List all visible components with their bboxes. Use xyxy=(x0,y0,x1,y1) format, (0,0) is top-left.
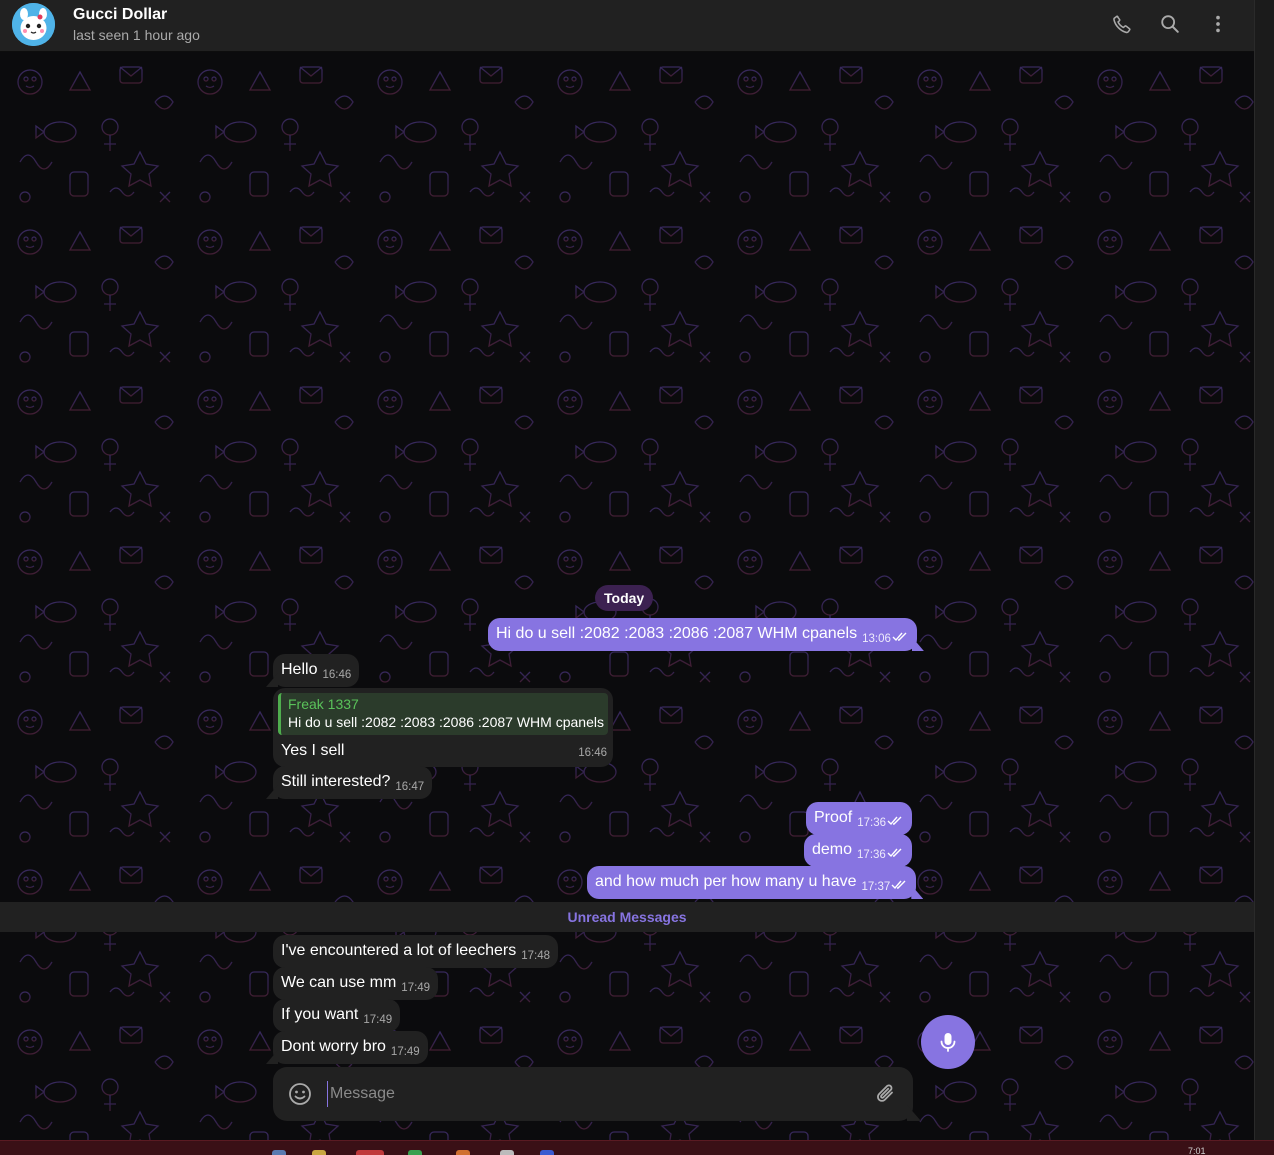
message-in[interactable]: If you want 17:49 xyxy=(273,999,401,1032)
message-time: 16:46 xyxy=(578,747,607,759)
os-taskbar: 7:01 xyxy=(0,1140,1274,1155)
message-text: demo xyxy=(812,841,853,858)
double-check-icon xyxy=(891,880,906,890)
double-check-icon xyxy=(887,848,902,858)
message-time: 17:49 xyxy=(401,982,431,994)
message-input[interactable] xyxy=(327,1081,847,1107)
taskbar-app-icon[interactable] xyxy=(408,1150,422,1155)
message-composer xyxy=(273,1067,913,1121)
peer-info[interactable]: Gucci Dollar last seen 1 hour ago xyxy=(73,5,200,44)
message-in[interactable]: I've encountered a lot of leechers 17:48 xyxy=(273,935,558,968)
message-time: 17:49 xyxy=(390,1046,420,1058)
emoji-icon[interactable] xyxy=(287,1081,313,1107)
message-out[interactable]: and how much per how many u have 17:37 xyxy=(587,866,917,899)
paperclip-icon[interactable] xyxy=(873,1081,899,1107)
unread-messages-divider: Unread Messages xyxy=(0,902,1254,932)
taskbar-app-icon[interactable] xyxy=(312,1150,326,1155)
taskbar-app-icon[interactable] xyxy=(272,1150,286,1155)
peer-name: Gucci Dollar xyxy=(73,6,168,23)
voice-message-button[interactable] xyxy=(921,1015,975,1069)
double-check-icon xyxy=(892,632,907,642)
double-check-icon xyxy=(887,816,902,826)
message-out[interactable]: Proof 17:36 xyxy=(806,802,913,835)
message-text: and how much per how many u have xyxy=(595,873,857,890)
message-text: Still interested? xyxy=(281,773,391,790)
message-time: 17:36 xyxy=(857,817,887,829)
message-text: We can use mm xyxy=(281,974,397,991)
message-time: 17:37 xyxy=(861,881,891,893)
taskbar-app-icon[interactable] xyxy=(456,1150,470,1155)
message-time: 16:47 xyxy=(395,781,425,793)
avatar-image xyxy=(12,3,55,46)
message-time: 17:36 xyxy=(857,849,886,861)
date-separator: Today xyxy=(595,585,654,611)
peer-status: last seen 1 hour ago xyxy=(73,27,200,43)
message-text: Yes I sell xyxy=(281,742,345,759)
message-text: I've encountered a lot of leechers xyxy=(281,942,517,959)
message-time: 17:49 xyxy=(363,1014,393,1026)
message-in-reply[interactable]: Freak 1337 Hi do u sell :2082 :2083 :208… xyxy=(273,688,613,767)
microphone-icon xyxy=(940,1033,956,1052)
message-in[interactable]: We can use mm 17:49 xyxy=(273,967,439,1000)
more-button[interactable] xyxy=(1200,6,1236,42)
message-text: Hello xyxy=(281,661,318,678)
reply-author: Freak 1337 xyxy=(288,696,359,712)
taskbar-app-icon[interactable] xyxy=(540,1150,554,1155)
message-text: Proof xyxy=(814,809,853,826)
message-out[interactable]: Hi do u sell :2082 :2083 :2086 :2087 WHM… xyxy=(488,618,917,651)
taskbar-clock: 7:01 xyxy=(1188,1146,1206,1155)
message-in[interactable]: Still interested? 16:47 xyxy=(273,766,433,799)
reply-preview[interactable]: Freak 1337 Hi do u sell :2082 :2083 :208… xyxy=(278,693,608,735)
search-button[interactable] xyxy=(1152,6,1188,42)
message-time: 13:06 xyxy=(862,633,891,645)
message-out[interactable]: demo 17:36 xyxy=(804,834,912,867)
taskbar-app-icon[interactable] xyxy=(500,1150,514,1155)
message-time: 16:46 xyxy=(322,669,352,681)
reply-text: Hi do u sell :2082 :2083 :2086 :2087 WHM… xyxy=(288,714,604,730)
phone-icon xyxy=(1113,15,1131,34)
message-text: Hi do u sell :2082 :2083 :2086 :2087 WHM… xyxy=(496,625,858,642)
message-in[interactable]: Dont worry bro 17:49 xyxy=(273,1031,428,1064)
search-icon xyxy=(1161,15,1179,33)
message-text: Dont worry bro xyxy=(281,1038,386,1055)
more-vertical-icon xyxy=(1216,15,1220,33)
message-in[interactable]: Hello 16:46 xyxy=(273,654,360,687)
call-button[interactable] xyxy=(1104,6,1140,42)
avatar[interactable] xyxy=(12,3,55,46)
message-text: If you want xyxy=(281,1006,359,1023)
chat-header: Gucci Dollar last seen 1 hour ago xyxy=(0,0,1254,52)
taskbar-app-icon[interactable] xyxy=(356,1150,384,1155)
window-scrollbar[interactable] xyxy=(1254,0,1274,1140)
message-time: 17:48 xyxy=(521,950,550,962)
chat-area[interactable]: Today Hi do u sell :2082 :2083 :2086 :20… xyxy=(0,52,1254,1140)
